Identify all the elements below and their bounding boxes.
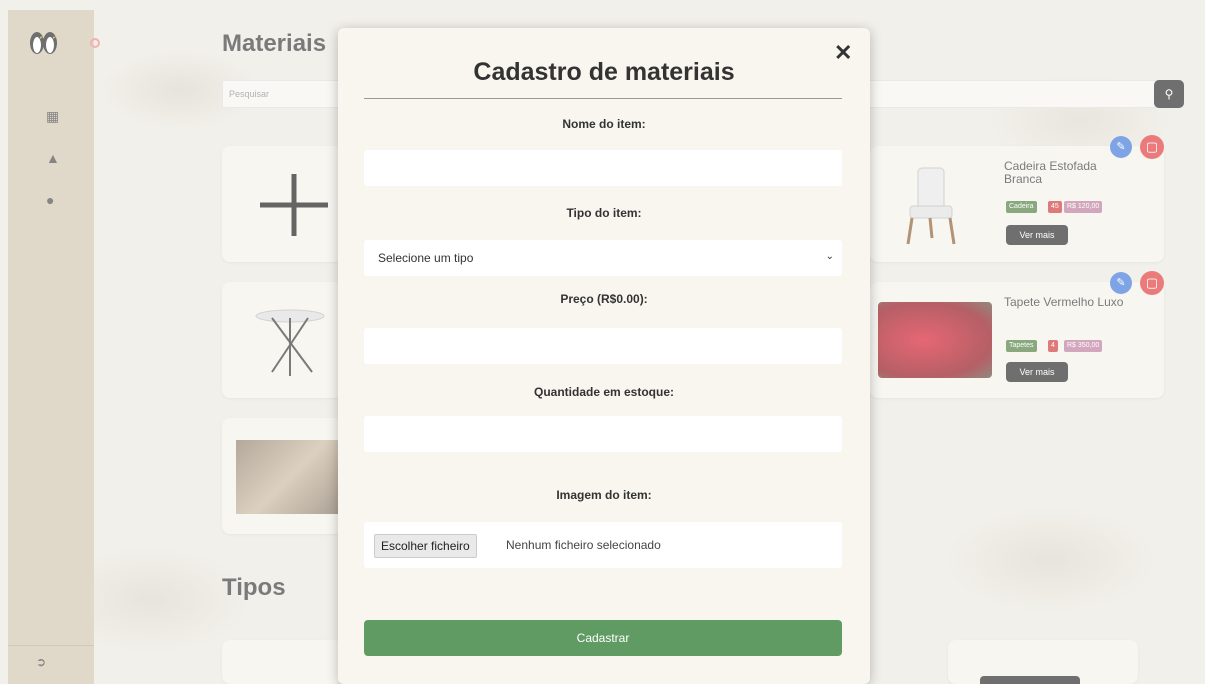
- submit-button[interactable]: Cadastrar: [364, 620, 842, 656]
- image-label: Imagem do item:: [556, 488, 652, 502]
- chevron-down-icon: ⌄: [825, 251, 834, 262]
- title-divider: [364, 98, 842, 99]
- price-input[interactable]: [364, 328, 842, 364]
- file-status: Nenhum ficheiro selecionado: [506, 538, 661, 552]
- choose-file-button[interactable]: Escolher ficheiro: [374, 534, 477, 558]
- item-type-selected: Selecione um tipo: [378, 251, 474, 265]
- item-type-select[interactable]: Selecione um tipo ⌄: [364, 240, 842, 276]
- price-label: Preço (R$0.00):: [560, 292, 648, 306]
- image-file-input[interactable]: Escolher ficheiro Nenhum ficheiro seleci…: [364, 522, 842, 568]
- item-name-label: Nome do item:: [562, 117, 646, 131]
- item-name-input[interactable]: [364, 150, 842, 186]
- stock-input[interactable]: [364, 416, 842, 452]
- close-icon[interactable]: ✕: [834, 40, 852, 66]
- item-type-label: Tipo do item:: [566, 206, 642, 220]
- create-material-modal: Cadastro de materiais ✕ Nome do item: Ti…: [338, 28, 870, 684]
- modal-title: Cadastro de materiais: [473, 58, 735, 86]
- stock-label: Quantidade em estoque:: [533, 385, 675, 399]
